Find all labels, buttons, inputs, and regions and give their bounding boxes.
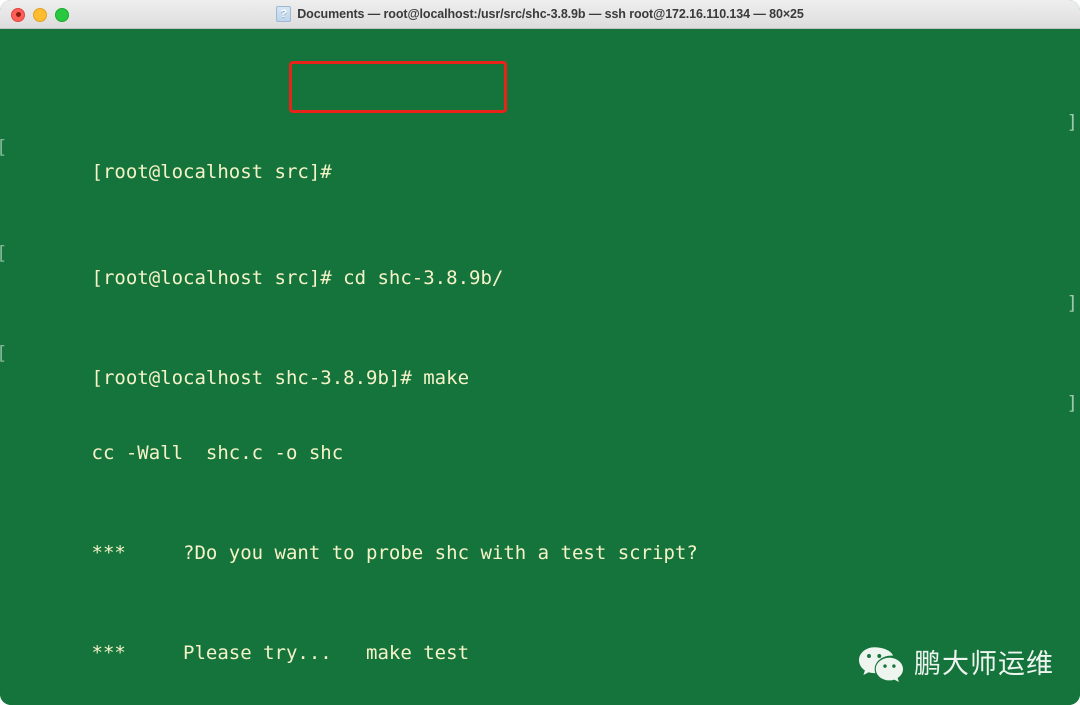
terminal-window: ? Documents — root@localhost:/usr/src/sh… <box>0 0 1080 705</box>
minimize-window-button[interactable] <box>33 7 47 22</box>
watermark: 鹏大师运维 <box>858 645 1054 683</box>
close-window-button[interactable] <box>11 7 25 22</box>
terminal-screen[interactable]: [ [root@localhost src]# ] [ [root@localh… <box>0 29 1080 705</box>
window-title-text: Documents — root@localhost:/usr/src/shc-… <box>297 7 804 21</box>
terminal-line-text: *** ?Do you want to probe shc with a tes… <box>91 542 698 564</box>
window-traffic-lights <box>11 0 69 29</box>
terminal-line: cc -Wall shc.c -o shc <box>0 416 1080 464</box>
terminal-line: [ [root@localhost src]# ] <box>0 104 1080 183</box>
maximize-window-button[interactable] <box>55 7 69 22</box>
terminal-line-text: [root@localhost shc-3.8.9b]# make <box>91 367 470 389</box>
left-edge-glyph: [ <box>0 341 7 366</box>
window-title-group: ? Documents — root@localhost:/usr/src/sh… <box>276 6 804 22</box>
terminal-line: [ [root@localhost shc-3.8.9b]# make ] <box>0 316 1080 414</box>
wrap-marker-icon: ] <box>1066 392 1078 414</box>
wrap-marker-icon: ] <box>1066 111 1078 133</box>
terminal-line-text: [root@localhost src]# <box>91 161 344 183</box>
terminal-body[interactable]: [ [root@localhost src]# ] [ [root@localh… <box>0 29 1080 705</box>
terminal-line: *** Please try... make test <box>0 616 1080 664</box>
wrap-marker-icon: ] <box>1066 292 1078 314</box>
terminal-line-text: *** Please try... make test <box>91 642 470 664</box>
left-edge-glyph: [ <box>0 241 7 266</box>
terminal-line: [ [root@localhost src]# cd shc-3.8.9b/ ] <box>0 216 1080 314</box>
terminal-line-text: [root@localhost src]# cd shc-3.8.9b/ <box>91 267 504 289</box>
wechat-logo-icon <box>859 647 903 682</box>
window-title-bar: ? Documents — root@localhost:/usr/src/sh… <box>0 0 1080 29</box>
terminal-line-text: cc -Wall shc.c -o shc <box>91 442 344 464</box>
terminal-line: *** ?Do you want to probe shc with a tes… <box>0 516 1080 564</box>
document-question-icon: ? <box>276 6 292 22</box>
watermark-text: 鹏大师运维 <box>914 648 1054 680</box>
left-edge-glyph: [ <box>0 135 7 160</box>
